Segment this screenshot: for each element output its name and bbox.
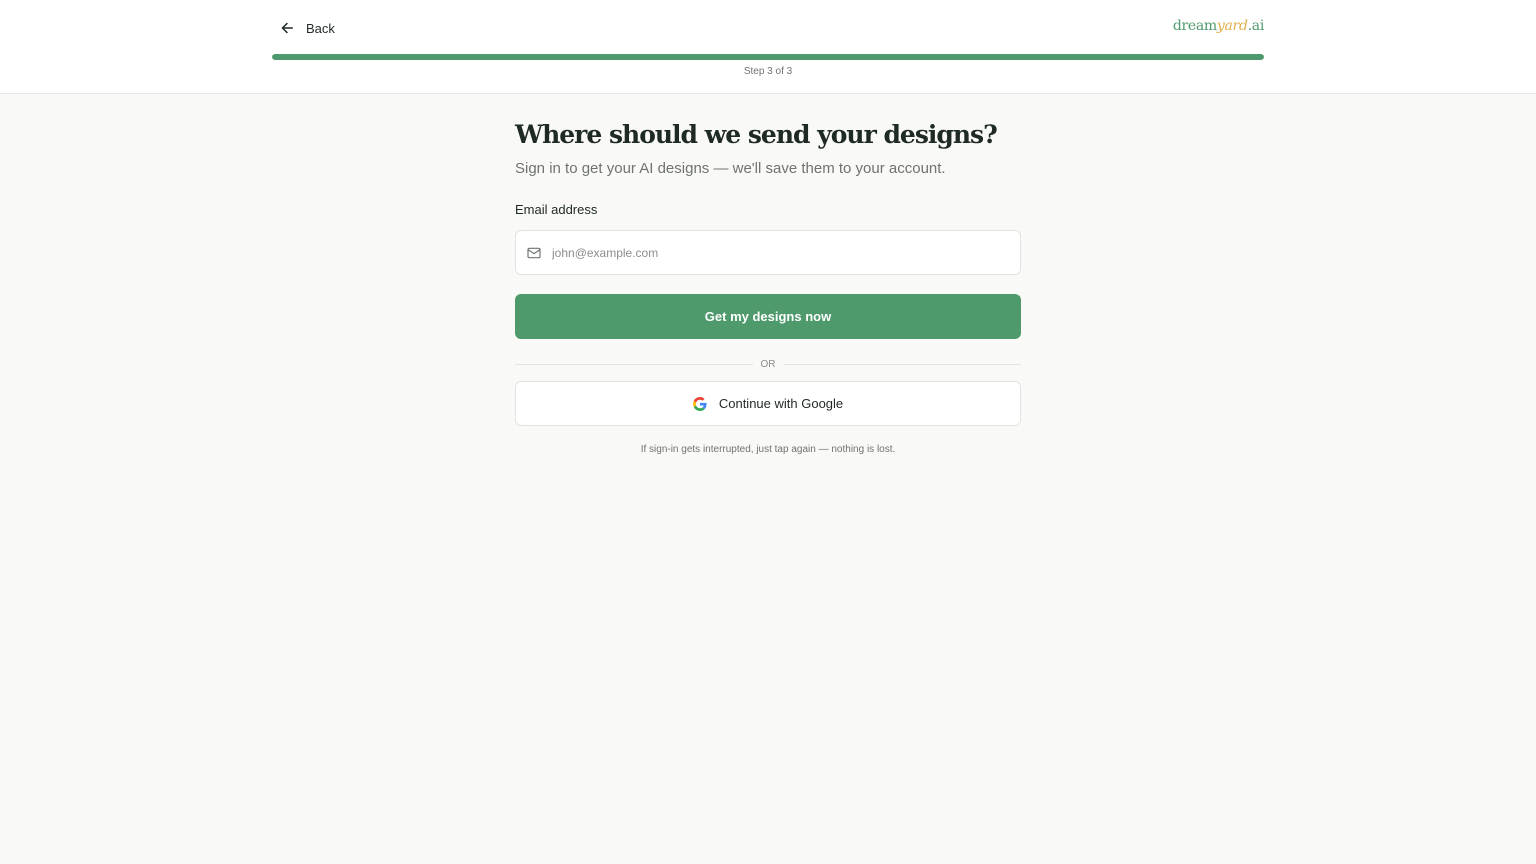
back-button[interactable]: Back [278,16,335,40]
logo-part-dream: dream [1172,18,1217,34]
logo-part-ai: .ai [1247,18,1265,34]
step-indicator: Step 3 of 3 [743,66,793,77]
continue-with-google-button[interactable]: Continue with Google [515,381,1021,426]
brand-logo[interactable]: dreamyard.ai [1173,18,1264,34]
mail-icon [527,247,541,258]
page-title: Where should we send your designs? [515,120,998,149]
signin-note: If sign-in gets interrupted, just tap ag… [640,444,896,455]
page-subtitle: Sign in to get your AI designs — we'll s… [515,160,946,177]
top-bar: Back dreamyard.ai Step 3 of 3 [0,0,1536,94]
divider-line-right [783,363,1021,365]
google-button-label: Continue with Google [718,396,844,411]
email-field-wrapper[interactable] [515,230,1021,275]
or-divider: OR [515,355,1021,373]
get-designs-button[interactable]: Get my designs now [515,294,1021,339]
progress-bar [272,54,1264,60]
google-icon [692,396,707,411]
progress-bar-fill [272,54,1264,60]
divider-line-left [515,363,753,365]
email-input[interactable] [552,231,1020,274]
logo-part-yard: yard [1216,18,1248,34]
arrow-left-icon [281,22,293,34]
email-label: Email address [515,202,598,217]
signin-form: Where should we send your designs? Sign … [515,116,1021,455]
divider-text: OR [760,358,776,370]
back-label: Back [306,20,335,36]
